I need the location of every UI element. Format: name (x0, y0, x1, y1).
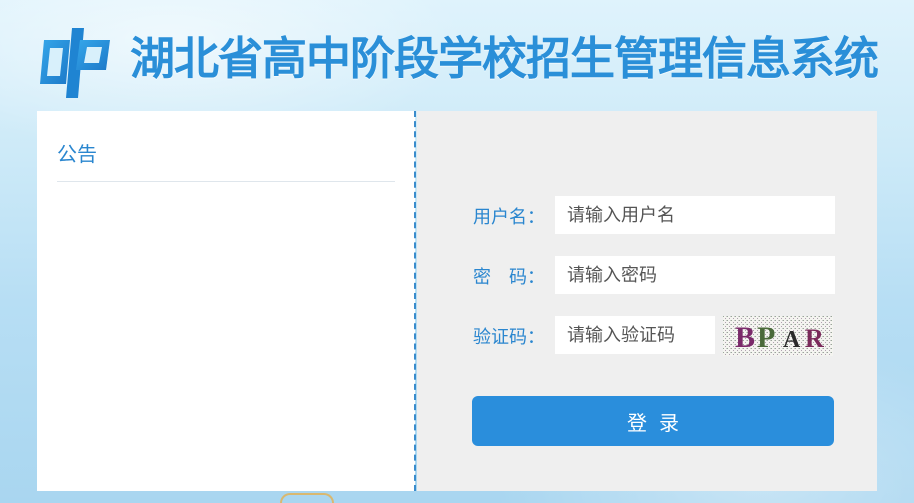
login-button[interactable]: 登录 (472, 396, 834, 446)
captcha-char: R (805, 324, 824, 353)
notice-panel: 公告 (37, 111, 415, 491)
notice-title: 公告 (57, 142, 97, 166)
username-label: 用户名： (473, 207, 545, 228)
emblem-partial (280, 493, 334, 503)
header: 湖北省高中阶段学校招生管理信息系统 (0, 0, 914, 110)
captcha-image[interactable]: B P A R (723, 316, 833, 356)
hp-logo-icon (40, 28, 110, 98)
password-label: 密 码： (473, 267, 545, 288)
login-panel: 用户名： 密 码： 验证码： B P A R 登录 (417, 111, 877, 491)
dashed-divider (414, 111, 416, 491)
username-input[interactable] (555, 196, 835, 234)
captcha-char: B (735, 321, 755, 354)
captcha-char: A (783, 327, 801, 353)
main-card: 公告 用户名： 密 码： 验证码： B P A R 登录 (37, 111, 877, 491)
password-input[interactable] (555, 256, 835, 294)
captcha-label: 验证码： (473, 327, 545, 348)
captcha-input[interactable] (555, 316, 715, 354)
captcha-char: P (757, 321, 775, 354)
site-title: 湖北省高中阶段学校招生管理信息系统 (130, 32, 879, 85)
notice-divider (57, 181, 395, 182)
